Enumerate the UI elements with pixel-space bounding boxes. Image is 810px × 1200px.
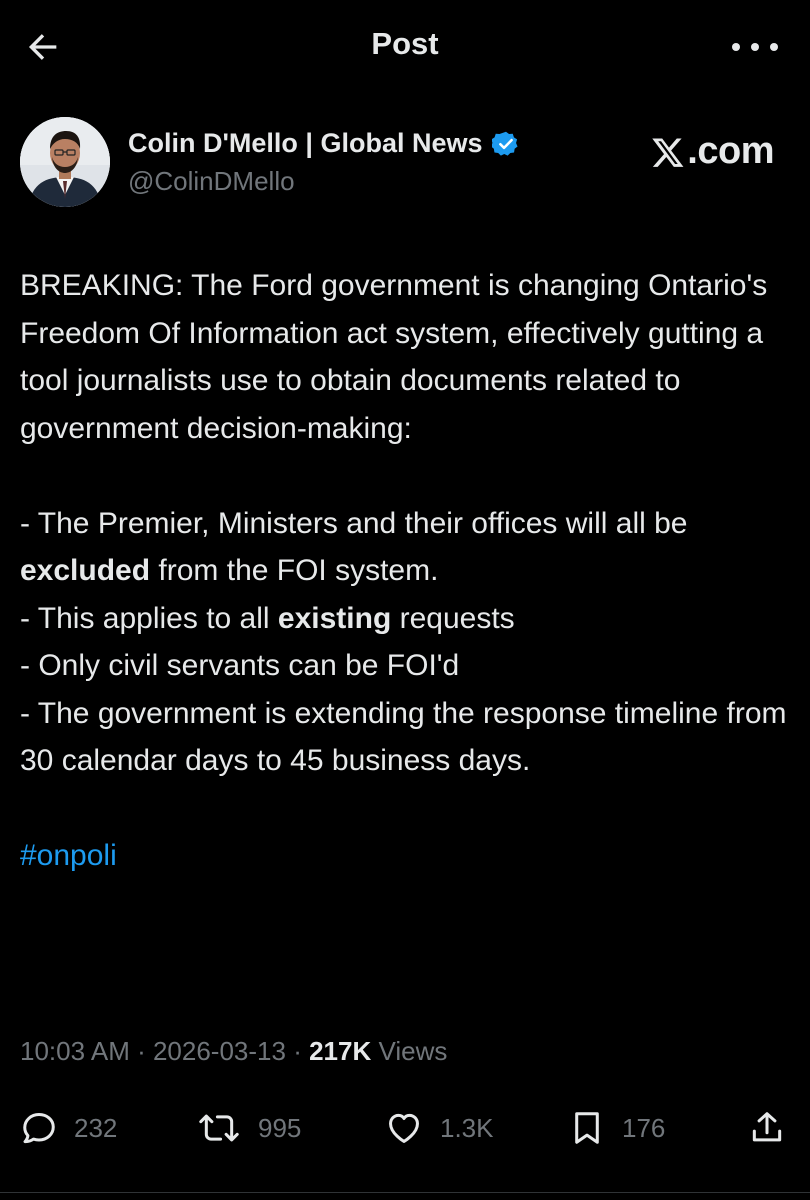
like-count: 1.3K (440, 1112, 494, 1143)
x-logo-icon (652, 138, 684, 167)
post-date[interactable]: 2026-03-13 (153, 1036, 286, 1066)
author-handle[interactable]: @ColinDMello (128, 166, 295, 197)
like-icon (389, 1113, 419, 1143)
bookmark-count: 176 (622, 1112, 666, 1143)
bookmark-button[interactable]: 176 (568, 1100, 665, 1156)
author-name-row: Colin D'Mello | Global News (128, 128, 520, 159)
x-com-watermark: .com (651, 130, 774, 173)
post-body: BREAKING: The Ford government is changin… (20, 262, 795, 880)
watermark-text: .com (687, 130, 774, 172)
bookmark-icon (575, 1112, 599, 1144)
more-options-button[interactable] (732, 32, 778, 62)
repost-icon (199, 1114, 239, 1142)
share-icon (752, 1112, 782, 1142)
hashtag-link[interactable]: #onpoli (20, 839, 117, 872)
post-bullet-4: - The government is extending the respon… (20, 696, 787, 778)
post-meta: 10:03 AM · 2026-03-13 · 217K Views (20, 1036, 448, 1066)
share-button[interactable] (748, 1100, 786, 1156)
post-intro: BREAKING: The Ford government is changin… (20, 269, 768, 445)
post-bullet-3: - Only civil servants can be FOI'd (20, 649, 460, 682)
reply-button[interactable]: 232 (20, 1100, 117, 1156)
avatar-photo (20, 117, 110, 207)
repost-button[interactable]: 995 (196, 1100, 301, 1156)
more-dots-icon (732, 43, 740, 51)
verified-badge-icon (491, 131, 518, 156)
post-bullet-2: - This applies to all existing requests (20, 601, 515, 635)
repost-count: 995 (258, 1112, 302, 1143)
avatar[interactable] (20, 117, 110, 207)
post-bullet-1: - The Premier, Ministers and their offic… (20, 506, 688, 588)
reply-count: 232 (74, 1112, 118, 1143)
top-bar: Post (0, 0, 810, 92)
action-bar: 232 995 1.3K 176 (0, 1100, 810, 1156)
post-time[interactable]: 10:03 AM (20, 1036, 130, 1066)
views-label: Views (371, 1036, 448, 1066)
author-name[interactable]: Colin D'Mello | Global News (128, 128, 483, 159)
page-title: Post (371, 26, 439, 61)
like-button[interactable]: 1.3K (384, 1100, 494, 1156)
views-count: 217K (309, 1036, 372, 1066)
reply-icon (23, 1113, 55, 1144)
divider (0, 1192, 810, 1193)
